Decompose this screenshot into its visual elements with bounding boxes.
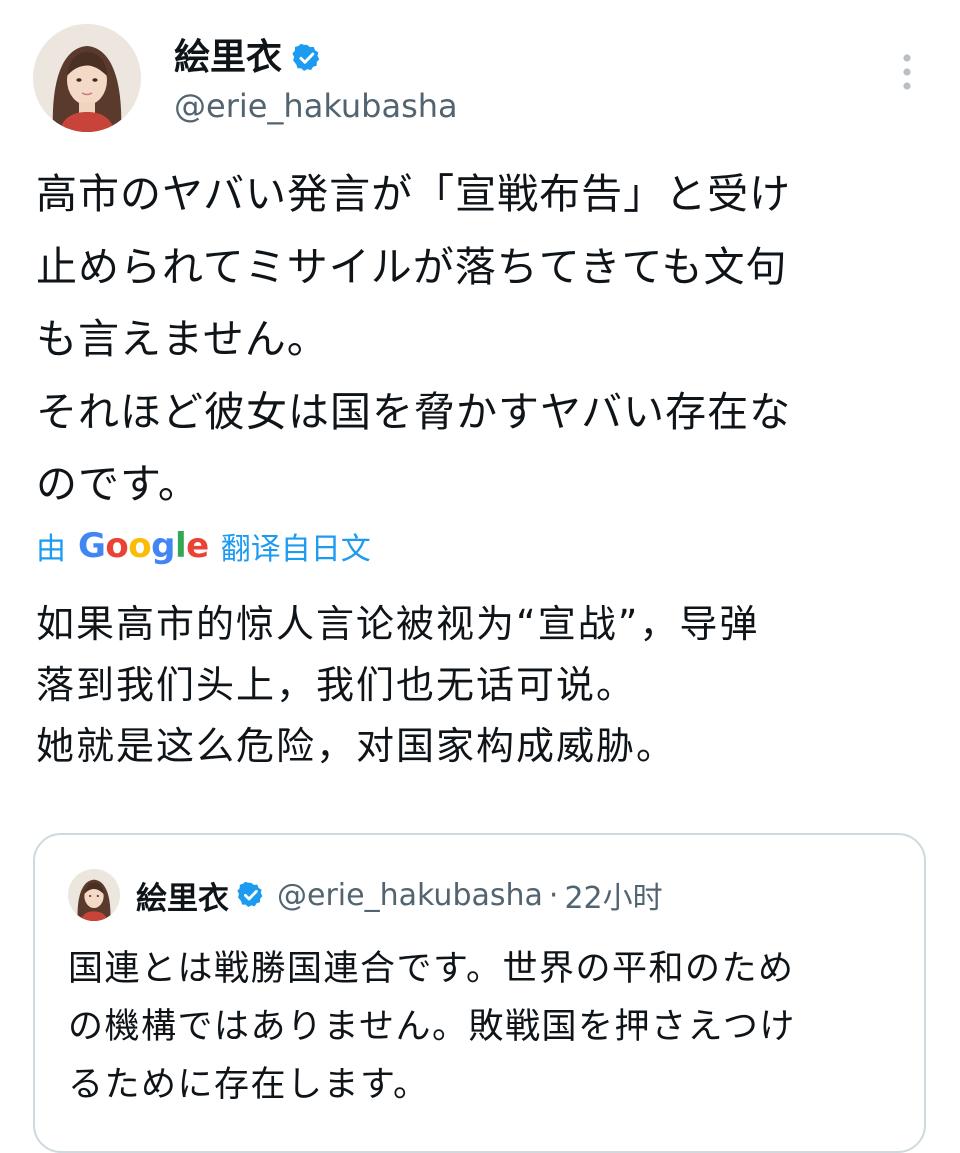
more-vertical-icon[interactable] (893, 50, 921, 94)
tweet-text-line: のです。 (36, 460, 200, 508)
quoted-timestamp[interactable]: 22小时 (564, 873, 662, 917)
translated-text-line: 落到我们头上，我们也无话可说。 (36, 663, 637, 707)
quoted-author-name[interactable]: 絵里衣 (136, 873, 229, 918)
google-logo-letter: G (78, 526, 106, 566)
tweet-text-line: も言えません。 (36, 315, 329, 363)
meta-separator: · (548, 877, 559, 913)
quoted-text-line: の機構ではありません。敗戦国を押さえつけ (68, 1007, 796, 1047)
quoted-text-line: 国連とは戦勝国連合です。世界の平和のため (68, 949, 795, 989)
quoted-author-handle[interactable]: @erie_hakubasha (277, 878, 543, 913)
quoted-tweet-card[interactable]: 絵里衣 @erie_hakubasha · 22小时 国連とは戦勝国連合です。世… (33, 833, 926, 1153)
tweet-text-line: 止められてミサイルが落ちてきても文句 (36, 242, 788, 291)
author-handle[interactable]: @erie_hakubasha (174, 84, 458, 128)
google-logo: Google (78, 526, 209, 566)
tweet-header: 絵里衣 @erie_hakubasha (0, 0, 960, 150)
quoted-tweet-header: 絵里衣 @erie_hakubasha · 22小时 (68, 863, 663, 927)
tweet-text-line: それほど彼女は国を脅かすヤバい存在な (36, 387, 792, 436)
google-logo-letter: e (186, 526, 209, 566)
quoted-text-line: るために存在します。 (68, 1065, 430, 1105)
verified-badge-icon[interactable] (292, 43, 322, 73)
tweet-text: 高市のヤバい発言が「宣戦布告」と受け 止められてミサイルが落ちてきても文句 も言… (36, 158, 936, 521)
translation-suffix: 翻译自日文 (220, 532, 371, 567)
quoted-tweet-text: 国連とは戦勝国連合です。世界の平和のため の機構ではありません。敗戦国を押さえつ… (68, 940, 908, 1114)
author-display-name[interactable]: 絵里衣 (174, 36, 282, 80)
tweet-text-line: 高市のヤバい発言が「宣戦布告」と受け (36, 170, 792, 218)
translation-attribution[interactable]: 由 Google 翻译自日文 (36, 524, 371, 568)
translation-prefix: 由 (36, 532, 66, 567)
translated-text: 如果高市的惊人言论被视为“宣战”，导弹 落到我们头上，我们也无话可说。 她就是这… (36, 594, 936, 777)
author-avatar[interactable] (33, 24, 141, 132)
verified-badge-icon (237, 881, 265, 909)
avatar-icon (33, 24, 141, 132)
google-logo-letter: g (151, 526, 175, 566)
avatar-icon (68, 869, 120, 921)
quoted-author-avatar[interactable] (68, 869, 120, 921)
translated-text-line: 如果高市的惊人言论被视为“宣战”，导弹 (36, 602, 760, 646)
translated-text-line: 她就是这么危险，对国家构成威胁。 (36, 724, 677, 768)
google-logo-letter: o (128, 526, 152, 566)
google-logo-letter: l (174, 526, 187, 566)
author-name-row: 絵里衣 (174, 36, 322, 80)
google-logo-letter: o (105, 526, 129, 566)
